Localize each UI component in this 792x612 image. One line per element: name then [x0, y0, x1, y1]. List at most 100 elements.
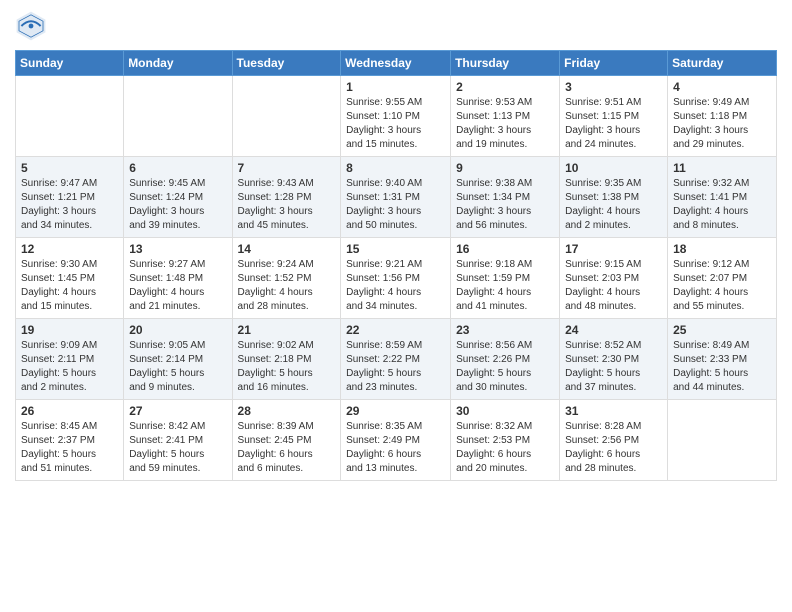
day-cell	[16, 76, 124, 157]
day-number: 5	[21, 161, 118, 175]
day-info: Sunrise: 9:47 AM Sunset: 1:21 PM Dayligh…	[21, 177, 118, 233]
logo	[15, 10, 51, 42]
day-info: Sunrise: 9:21 AM Sunset: 1:56 PM Dayligh…	[346, 258, 445, 314]
day-number: 2	[456, 80, 554, 94]
day-number: 24	[565, 323, 662, 337]
day-cell	[668, 400, 777, 481]
day-number: 13	[129, 242, 226, 256]
day-info: Sunrise: 9:35 AM Sunset: 1:38 PM Dayligh…	[565, 177, 662, 233]
day-info: Sunrise: 8:52 AM Sunset: 2:30 PM Dayligh…	[565, 339, 662, 395]
day-number: 30	[456, 404, 554, 418]
day-cell: 5 Sunrise: 9:47 AM Sunset: 1:21 PM Daylig…	[16, 157, 124, 238]
header-wednesday: Wednesday	[341, 51, 451, 76]
day-info: Sunrise: 8:35 AM Sunset: 2:49 PM Dayligh…	[346, 420, 445, 476]
logo-icon	[15, 10, 47, 42]
day-cell: 27 Sunrise: 8:42 AM Sunset: 2:41 PM Dayli…	[124, 400, 232, 481]
week-row-3: 12 Sunrise: 9:30 AM Sunset: 1:45 PM Dayli…	[16, 238, 777, 319]
day-cell	[232, 76, 341, 157]
day-info: Sunrise: 8:42 AM Sunset: 2:41 PM Dayligh…	[129, 420, 226, 476]
day-info: Sunrise: 9:45 AM Sunset: 1:24 PM Dayligh…	[129, 177, 226, 233]
day-number: 31	[565, 404, 662, 418]
day-info: Sunrise: 9:24 AM Sunset: 1:52 PM Dayligh…	[238, 258, 336, 314]
week-row-5: 26 Sunrise: 8:45 AM Sunset: 2:37 PM Dayli…	[16, 400, 777, 481]
day-number: 7	[238, 161, 336, 175]
day-number: 26	[21, 404, 118, 418]
day-info: Sunrise: 9:18 AM Sunset: 1:59 PM Dayligh…	[456, 258, 554, 314]
week-row-4: 19 Sunrise: 9:09 AM Sunset: 2:11 PM Dayli…	[16, 319, 777, 400]
day-number: 3	[565, 80, 662, 94]
day-number: 12	[21, 242, 118, 256]
day-cell: 11 Sunrise: 9:32 AM Sunset: 1:41 PM Dayli…	[668, 157, 777, 238]
day-number: 29	[346, 404, 445, 418]
day-cell: 28Sunrise: 8:39 AM Sunset: 2:45 PM Dayli…	[232, 400, 341, 481]
day-cell: 22 Sunrise: 8:59 AM Sunset: 2:22 PM Dayli…	[341, 319, 451, 400]
day-number: 21	[238, 323, 336, 337]
day-number: 9	[456, 161, 554, 175]
day-info: Sunrise: 9:30 AM Sunset: 1:45 PM Dayligh…	[21, 258, 118, 314]
day-cell: 19 Sunrise: 9:09 AM Sunset: 2:11 PM Dayli…	[16, 319, 124, 400]
day-info: Sunrise: 9:12 AM Sunset: 2:07 PM Dayligh…	[673, 258, 771, 314]
day-info: Sunrise: 9:53 AM Sunset: 1:13 PM Dayligh…	[456, 96, 554, 152]
day-number: 23	[456, 323, 554, 337]
day-cell: 10Sunrise: 9:35 AM Sunset: 1:38 PM Dayli…	[560, 157, 668, 238]
header-thursday: Thursday	[451, 51, 560, 76]
day-cell: 13 Sunrise: 9:27 AM Sunset: 1:48 PM Dayli…	[124, 238, 232, 319]
day-number: 14	[238, 242, 336, 256]
day-number: 1	[346, 80, 445, 94]
day-number: 17	[565, 242, 662, 256]
day-cell: 18 Sunrise: 9:12 AM Sunset: 2:07 PM Dayli…	[668, 238, 777, 319]
header-sunday: Sunday	[16, 51, 124, 76]
header-friday: Friday	[560, 51, 668, 76]
day-number: 4	[673, 80, 771, 94]
day-number: 18	[673, 242, 771, 256]
day-cell: 31Sunrise: 8:28 AM Sunset: 2:56 PM Dayli…	[560, 400, 668, 481]
day-cell: 3 Sunrise: 9:51 AM Sunset: 1:15 PM Daylig…	[560, 76, 668, 157]
day-info: Sunrise: 9:51 AM Sunset: 1:15 PM Dayligh…	[565, 96, 662, 152]
day-info: Sunrise: 9:38 AM Sunset: 1:34 PM Dayligh…	[456, 177, 554, 233]
day-cell: 8 Sunrise: 9:40 AM Sunset: 1:31 PM Daylig…	[341, 157, 451, 238]
day-info: Sunrise: 9:40 AM Sunset: 1:31 PM Dayligh…	[346, 177, 445, 233]
header-saturday: Saturday	[668, 51, 777, 76]
day-cell: 4Sunrise: 9:49 AM Sunset: 1:18 PM Daylig…	[668, 76, 777, 157]
day-number: 15	[346, 242, 445, 256]
day-number: 8	[346, 161, 445, 175]
day-info: Sunrise: 9:27 AM Sunset: 1:48 PM Dayligh…	[129, 258, 226, 314]
day-cell: 2 Sunrise: 9:53 AM Sunset: 1:13 PM Daylig…	[451, 76, 560, 157]
calendar-header-row: SundayMondayTuesdayWednesdayThursdayFrid…	[16, 51, 777, 76]
header-tuesday: Tuesday	[232, 51, 341, 76]
day-info: Sunrise: 8:32 AM Sunset: 2:53 PM Dayligh…	[456, 420, 554, 476]
day-number: 16	[456, 242, 554, 256]
day-info: Sunrise: 8:45 AM Sunset: 2:37 PM Dayligh…	[21, 420, 118, 476]
day-cell: 6 Sunrise: 9:45 AM Sunset: 1:24 PM Daylig…	[124, 157, 232, 238]
day-number: 25	[673, 323, 771, 337]
day-info: Sunrise: 9:05 AM Sunset: 2:14 PM Dayligh…	[129, 339, 226, 395]
day-cell: 25 Sunrise: 8:49 AM Sunset: 2:33 PM Dayli…	[668, 319, 777, 400]
day-cell: 14 Sunrise: 9:24 AM Sunset: 1:52 PM Dayli…	[232, 238, 341, 319]
day-info: Sunrise: 9:55 AM Sunset: 1:10 PM Dayligh…	[346, 96, 445, 152]
day-info: Sunrise: 8:49 AM Sunset: 2:33 PM Dayligh…	[673, 339, 771, 395]
header-monday: Monday	[124, 51, 232, 76]
day-info: Sunrise: 9:15 AM Sunset: 2:03 PM Dayligh…	[565, 258, 662, 314]
day-cell: 7 Sunrise: 9:43 AM Sunset: 1:28 PM Daylig…	[232, 157, 341, 238]
day-number: 6	[129, 161, 226, 175]
day-info: Sunrise: 9:09 AM Sunset: 2:11 PM Dayligh…	[21, 339, 118, 395]
day-info: Sunrise: 8:56 AM Sunset: 2:26 PM Dayligh…	[456, 339, 554, 395]
day-info: Sunrise: 9:32 AM Sunset: 1:41 PM Dayligh…	[673, 177, 771, 233]
day-cell: 29 Sunrise: 8:35 AM Sunset: 2:49 PM Dayli…	[341, 400, 451, 481]
day-cell: 21Sunrise: 9:02 AM Sunset: 2:18 PM Dayli…	[232, 319, 341, 400]
calendar-table: SundayMondayTuesdayWednesdayThursdayFrid…	[15, 50, 777, 481]
day-number: 11	[673, 161, 771, 175]
day-number: 19	[21, 323, 118, 337]
day-cell: 15 Sunrise: 9:21 AM Sunset: 1:56 PM Dayli…	[341, 238, 451, 319]
day-cell: 17 Sunrise: 9:15 AM Sunset: 2:03 PM Dayli…	[560, 238, 668, 319]
day-cell: 24 Sunrise: 8:52 AM Sunset: 2:30 PM Dayli…	[560, 319, 668, 400]
day-info: Sunrise: 8:59 AM Sunset: 2:22 PM Dayligh…	[346, 339, 445, 395]
day-number: 20	[129, 323, 226, 337]
day-number: 27	[129, 404, 226, 418]
day-number: 22	[346, 323, 445, 337]
day-cell: 26 Sunrise: 8:45 AM Sunset: 2:37 PM Dayli…	[16, 400, 124, 481]
day-number: 28	[238, 404, 336, 418]
day-info: Sunrise: 9:43 AM Sunset: 1:28 PM Dayligh…	[238, 177, 336, 233]
page: SundayMondayTuesdayWednesdayThursdayFrid…	[0, 0, 792, 612]
week-row-2: 5 Sunrise: 9:47 AM Sunset: 1:21 PM Daylig…	[16, 157, 777, 238]
